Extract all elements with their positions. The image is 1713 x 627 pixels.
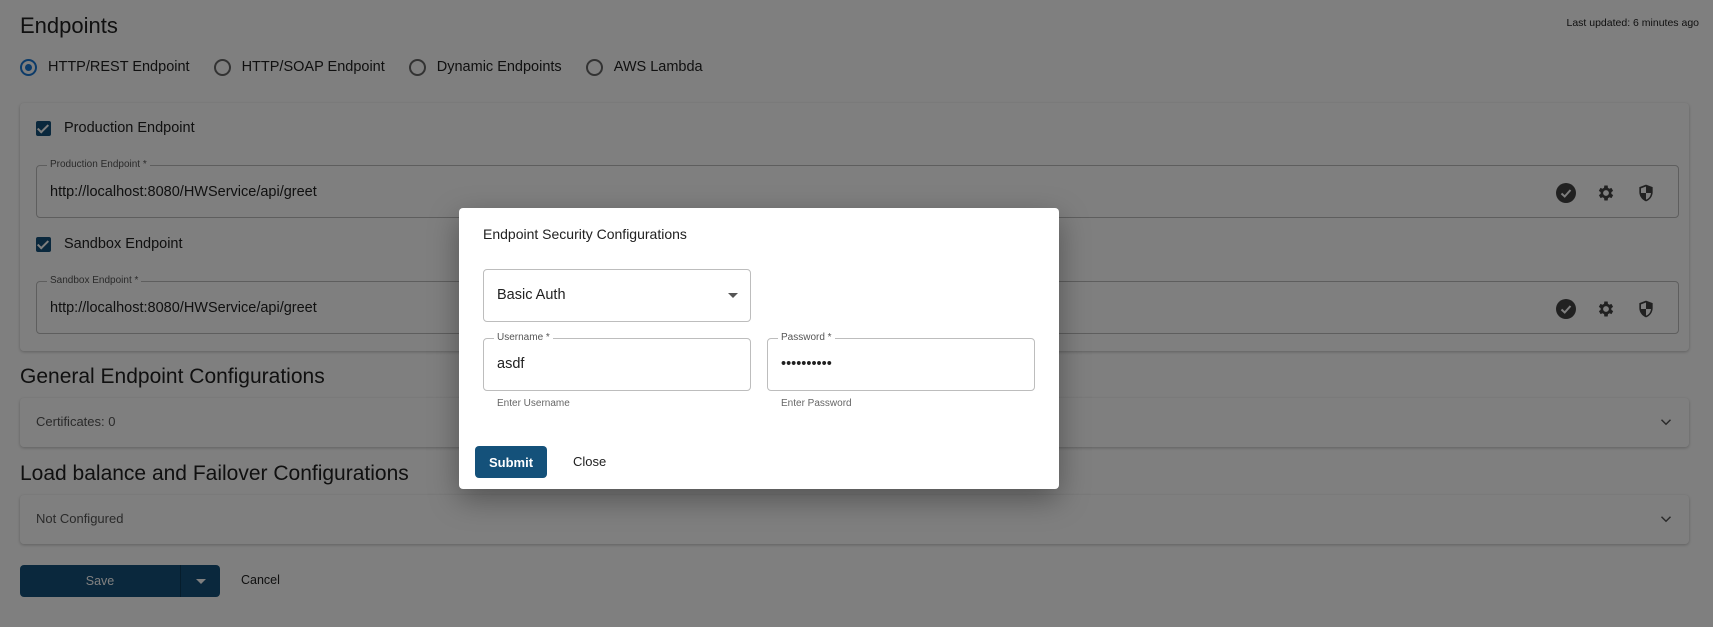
- close-button[interactable]: Close: [573, 454, 606, 469]
- dialog-title: Endpoint Security Configurations: [483, 226, 687, 242]
- auth-type-select[interactable]: Basic Auth: [483, 269, 751, 322]
- password-helper-text: Enter Password: [781, 398, 852, 409]
- username-field[interactable]: Username * asdf: [483, 332, 751, 391]
- auth-type-value: Basic Auth: [497, 287, 566, 303]
- password-input[interactable]: ••••••••••: [781, 356, 832, 372]
- username-field-label: Username *: [494, 332, 553, 343]
- dropdown-arrow-icon: [728, 293, 738, 298]
- username-helper-text: Enter Username: [497, 398, 570, 409]
- endpoint-security-dialog: Endpoint Security Configurations Basic A…: [459, 208, 1059, 489]
- submit-button[interactable]: Submit: [475, 446, 547, 478]
- password-field-label: Password *: [778, 332, 835, 343]
- password-field[interactable]: Password * ••••••••••: [767, 332, 1035, 391]
- username-input[interactable]: asdf: [497, 356, 524, 372]
